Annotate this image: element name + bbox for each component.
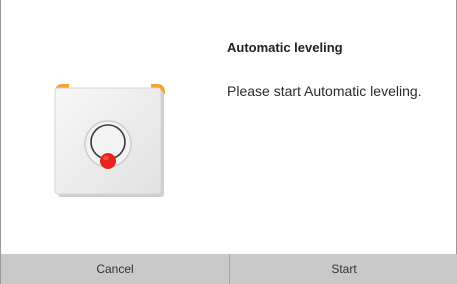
leveling-plate-icon	[54, 84, 165, 197]
start-button[interactable]: Start	[230, 254, 457, 284]
cancel-button[interactable]: Cancel	[1, 254, 230, 284]
dialog-title: Automatic leveling	[227, 40, 343, 55]
auto-leveling-dialog: Automatic leveling Please start Automati…	[0, 0, 457, 284]
dialog-footer: Cancel Start	[1, 254, 457, 284]
probe-dot	[100, 153, 116, 169]
dialog-message: Please start Automatic leveling.	[227, 83, 422, 99]
dialog-content: Automatic leveling Please start Automati…	[227, 40, 447, 100]
